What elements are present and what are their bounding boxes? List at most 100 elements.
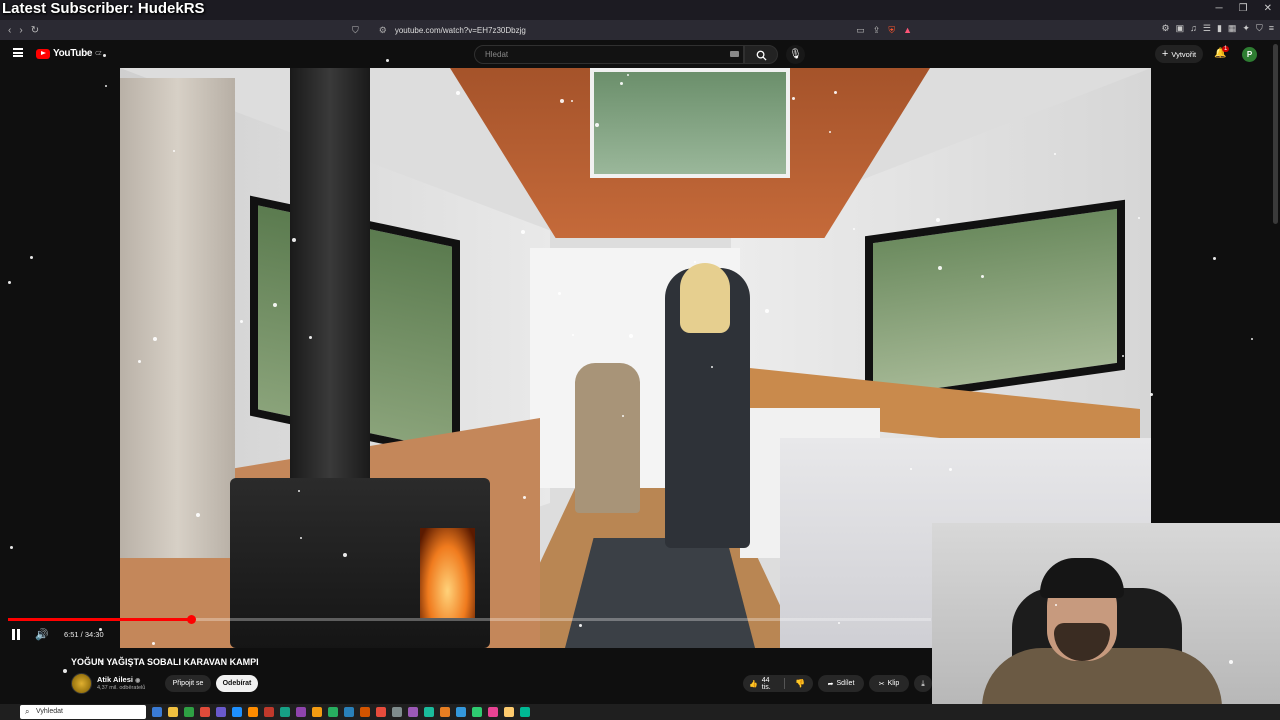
- taskbar-app-icon[interactable]: [360, 707, 370, 717]
- verified-icon: ◉: [135, 678, 141, 684]
- account-avatar[interactable]: P: [1242, 47, 1257, 62]
- taskbar-app-icon[interactable]: [328, 707, 338, 717]
- snowflake: [711, 366, 713, 368]
- taskbar-app-icon[interactable]: [344, 707, 354, 717]
- scrubber-handle[interactable]: [186, 615, 196, 624]
- like-divider: [784, 678, 786, 689]
- share-button[interactable]: ➦ Sdílet: [818, 675, 864, 692]
- snowflake: [1150, 393, 1153, 396]
- keyboard-icon[interactable]: [730, 51, 739, 57]
- taskbar-app-icon[interactable]: [216, 707, 226, 717]
- music-icon[interactable]: ♫: [1190, 23, 1197, 34]
- reader-icon[interactable]: ▭: [856, 25, 865, 36]
- puzzle-icon[interactable]: ✦: [1242, 23, 1250, 34]
- subscribe-button[interactable]: Odebírat: [216, 675, 258, 692]
- taskbar-app-icon[interactable]: [504, 707, 514, 717]
- menu-icon[interactable]: ≡: [1269, 23, 1274, 34]
- search-button[interactable]: [744, 45, 778, 64]
- sidebar-icon[interactable]: ▮: [1217, 23, 1222, 34]
- snowflake: [1122, 355, 1124, 357]
- search-input[interactable]: Hledat: [474, 45, 744, 64]
- snowflake: [1055, 604, 1057, 606]
- snowflake: [629, 334, 633, 338]
- taskbar-app-icon[interactable]: [376, 707, 386, 717]
- url-text: youtube.com/watch?v=EH7z30Dbzjg: [394, 25, 526, 35]
- create-button[interactable]: + Vytvořit: [1155, 45, 1203, 63]
- taskbar-app-icon[interactable]: [168, 707, 178, 717]
- taskbar-app-icon[interactable]: [200, 707, 210, 717]
- taskbar-app-icon[interactable]: [312, 707, 322, 717]
- tabs-icon[interactable]: ▦: [1228, 23, 1237, 34]
- back-icon[interactable]: ‹: [8, 25, 11, 36]
- hamburger-menu-icon[interactable]: [13, 48, 23, 57]
- pause-icon[interactable]: [11, 629, 21, 640]
- taskbar-app-icon[interactable]: [280, 707, 290, 717]
- snowflake: [138, 360, 141, 363]
- clip-button[interactable]: ✂ Klip: [869, 675, 909, 692]
- snowflake: [99, 628, 102, 631]
- taskbar-app-icon[interactable]: [232, 707, 242, 717]
- taskbar-app-icon[interactable]: [248, 707, 258, 717]
- taskbar-app-icon[interactable]: [408, 707, 418, 717]
- bookmark-icon[interactable]: ⛉: [352, 25, 359, 36]
- progress-fill: [8, 618, 191, 621]
- voice-search-mic-icon[interactable]: 🎙: [786, 45, 805, 64]
- snowflake: [694, 261, 696, 263]
- minimize-button[interactable]: ─: [1216, 3, 1223, 14]
- site-info-icon[interactable]: ⚙: [379, 25, 387, 36]
- volume-icon[interactable]: 🔊: [35, 628, 49, 641]
- wallet-icon[interactable]: ▣: [1176, 23, 1185, 34]
- channel-avatar[interactable]: [71, 673, 92, 694]
- rewards-icon[interactable]: ▲: [903, 25, 912, 36]
- taskbar-app-icon[interactable]: [184, 707, 194, 717]
- maximize-button[interactable]: ❐: [1239, 3, 1248, 14]
- dislike-icon[interactable]: 👎: [795, 679, 805, 688]
- youtube-logo[interactable]: YouTube CZ: [36, 48, 102, 59]
- taskbar-app-icon[interactable]: [472, 707, 482, 717]
- snowflake: [765, 309, 769, 313]
- snowflake: [571, 100, 573, 102]
- taskbar-app-icon[interactable]: [296, 707, 306, 717]
- taskbar-app-icon[interactable]: [456, 707, 466, 717]
- snowflake: [343, 553, 347, 557]
- video-progress-bar[interactable]: [8, 615, 931, 624]
- time-display: 6:51 / 34:30: [64, 630, 104, 639]
- channel-name[interactable]: Atik Ailesi ◉: [97, 675, 140, 684]
- reload-icon[interactable]: ↻: [31, 25, 39, 36]
- snowflake: [309, 336, 312, 339]
- page-scrollbar[interactable]: [1273, 44, 1278, 224]
- address-bar[interactable]: ⛉ ⚙ youtube.com/watch?v=EH7z30Dbzjg ▭ ⇪ …: [352, 22, 912, 38]
- snowflake: [949, 468, 952, 471]
- window-controls: ─ ❐ ✕: [1216, 3, 1272, 14]
- taskbar-app-icon[interactable]: [392, 707, 402, 717]
- taskbar-app-icon[interactable]: [424, 707, 434, 717]
- close-window-button[interactable]: ✕: [1264, 3, 1272, 14]
- snowflake: [560, 99, 564, 103]
- video-title: YOĞUN YAĞIŞTA SOBALI KARAVAN KAMPI: [71, 657, 259, 667]
- taskbar-app-icon[interactable]: [440, 707, 450, 717]
- download-icon[interactable]: ⤓: [914, 675, 932, 692]
- brave-shield-icon[interactable]: ⛨: [888, 25, 895, 36]
- share-page-icon[interactable]: ⇪: [873, 25, 881, 36]
- taskbar-search-input[interactable]: ⌕ Vyhledat: [20, 705, 146, 719]
- taskbar-app-icon[interactable]: [152, 707, 162, 717]
- stove-pipe: [290, 68, 370, 488]
- extension-icon[interactable]: ⚙: [1162, 23, 1170, 34]
- snowflake: [523, 496, 526, 499]
- snowflake: [838, 622, 840, 624]
- snowflake: [101, 660, 103, 662]
- taskbar-app-icon[interactable]: [520, 707, 530, 717]
- snowflake: [938, 266, 942, 270]
- taskbar-app-icon[interactable]: [264, 707, 274, 717]
- like-icon[interactable]: 👍: [749, 680, 758, 688]
- left-curtain: [120, 78, 235, 558]
- like-count[interactable]: 44 tis.: [762, 677, 780, 691]
- snowflake: [240, 320, 243, 323]
- snowflake: [1138, 217, 1140, 219]
- taskbar-app-icon[interactable]: [488, 707, 498, 717]
- forward-icon[interactable]: ›: [19, 25, 22, 36]
- list-icon[interactable]: ☰: [1203, 23, 1211, 34]
- join-button[interactable]: Připojit se: [165, 675, 211, 692]
- stream-overlay-latest-subscriber: Latest Subscriber: HudekRS: [2, 0, 205, 17]
- shield-icon[interactable]: ⛉: [1256, 23, 1263, 34]
